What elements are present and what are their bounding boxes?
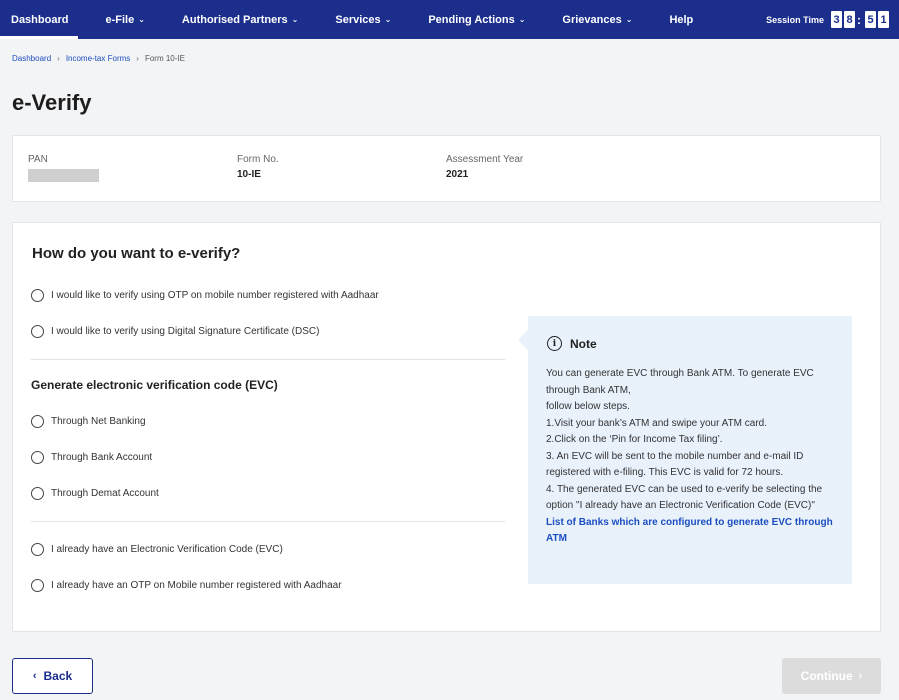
nav-help[interactable]: Help: [659, 0, 703, 39]
breadcrumb: Dashboard › Income-tax Forms › Form 10-I…: [12, 54, 185, 63]
radio-button[interactable]: [31, 325, 44, 338]
session-digit: 8: [844, 11, 855, 28]
nav-label: Pending Actions: [428, 13, 515, 26]
option-net-banking[interactable]: Through Net Banking: [31, 415, 146, 428]
option-label: Through Bank Account: [51, 452, 153, 463]
chevron-down-icon: ⌄: [138, 15, 145, 24]
session-digit: 1: [878, 11, 889, 28]
pan-field: PAN: [28, 154, 99, 182]
chevron-left-icon: ‹: [32, 670, 37, 682]
option-label: Through Net Banking: [51, 416, 146, 427]
option-label: I already have an Electronic Verificatio…: [51, 544, 283, 555]
assessment-year-value: 2021: [446, 169, 469, 180]
verification-options-card: How do you want to e-verify? I would lik…: [12, 222, 881, 632]
note-box: i Note You can generate EVC through Bank…: [518, 316, 852, 584]
chevron-down-icon: ⌄: [291, 15, 299, 24]
continue-button[interactable]: Continue ›: [782, 658, 881, 694]
nav-label: Help: [669, 13, 694, 26]
divider: [31, 521, 505, 522]
continue-label: Continue: [800, 669, 853, 683]
chevron-right-icon: ›: [858, 670, 863, 682]
session-timer: Session Time 3 8 : 5 1: [766, 11, 899, 28]
form-info-card: PAN Form No. 10-IE Assessment Year 2021: [12, 135, 881, 202]
form-no-label: Form No.: [237, 154, 279, 165]
session-digit: 5: [865, 11, 876, 28]
option-bank-account[interactable]: Through Bank Account: [31, 451, 152, 464]
radio-button[interactable]: [31, 579, 44, 592]
radio-button[interactable]: [31, 415, 44, 428]
top-nav: Dashboard e-File ⌄ Authorised Partners ⌄ S…: [0, 0, 899, 39]
banks-list-link[interactable]: List of Banks which are configured to ge…: [546, 515, 838, 548]
info-icon: i: [547, 336, 562, 351]
note-header: i Note: [547, 336, 597, 351]
radio-button[interactable]: [31, 451, 44, 464]
back-button[interactable]: ‹ Back: [12, 658, 93, 694]
option-demat-account[interactable]: Through Demat Account: [31, 487, 159, 500]
divider: [31, 359, 505, 360]
note-title: Note: [570, 336, 597, 351]
breadcrumb-dashboard[interactable]: Dashboard: [12, 54, 51, 63]
note-text: follow below steps.: [546, 401, 630, 412]
note-step: 1.Visit your bank’s ATM and swipe your A…: [546, 417, 768, 429]
note-text: You can generate EVC through Bank ATM. T…: [546, 368, 814, 396]
nav-label: Authorised Partners: [181, 13, 288, 26]
nav-label: Dashboard: [11, 13, 69, 26]
question-heading: How do you want to e-verify?: [32, 245, 241, 262]
option-label: I already have an OTP on Mobile number r…: [51, 580, 342, 591]
form-no-field: Form No. 10-IE: [237, 154, 279, 180]
chevron-down-icon: ⌄: [518, 15, 526, 24]
note-body: You can generate EVC through Bank ATM. T…: [546, 366, 838, 548]
note-step: 3. An EVC will be sent to the mobile num…: [546, 450, 804, 479]
note-step: 2.Click on the ‘Pin for Income Tax filin…: [546, 434, 723, 445]
option-have-aadhaar-otp[interactable]: I already have an OTP on Mobile number r…: [31, 579, 342, 592]
option-dsc[interactable]: I would like to verify using Digital Sig…: [31, 325, 319, 338]
chevron-right-icon: ›: [136, 54, 139, 63]
nav-label: e-File: [105, 13, 135, 26]
nav-services[interactable]: Services ⌄: [325, 0, 401, 39]
pan-label: PAN: [28, 154, 48, 165]
nav-label: Grievances: [562, 13, 622, 26]
session-colon: :: [857, 12, 861, 27]
note-step: 4. The generated EVC can be used to e-ve…: [546, 483, 823, 512]
session-digit: 3: [831, 11, 842, 28]
radio-button[interactable]: [31, 487, 44, 500]
chevron-down-icon: ⌄: [625, 15, 633, 24]
nav-grievances[interactable]: Grievances ⌄: [552, 0, 642, 39]
option-label: I would like to verify using OTP on mobi…: [51, 290, 379, 301]
option-have-evc[interactable]: I already have an Electronic Verificatio…: [31, 543, 283, 556]
option-aadhaar-otp[interactable]: I would like to verify using OTP on mobi…: [31, 289, 379, 302]
radio-button[interactable]: [31, 289, 44, 302]
session-label: Session Time: [766, 14, 824, 25]
nav-pending-actions[interactable]: Pending Actions ⌄: [418, 0, 535, 39]
chevron-down-icon: ⌄: [384, 15, 392, 24]
option-label: I would like to verify using Digital Sig…: [51, 326, 320, 337]
back-label: Back: [43, 669, 73, 683]
page-title: e-Verify: [12, 90, 92, 115]
assessment-year-label: Assessment Year: [446, 154, 524, 165]
assessment-year-field: Assessment Year 2021: [446, 154, 523, 180]
option-label: Through Demat Account: [51, 488, 159, 499]
nav-dashboard[interactable]: Dashboard: [0, 0, 79, 39]
chevron-right-icon: ›: [57, 54, 60, 63]
form-no-value: 10-IE: [237, 169, 261, 180]
radio-button[interactable]: [31, 543, 44, 556]
nav-authorised-partners[interactable]: Authorised Partners ⌄: [172, 0, 308, 39]
nav-label: Services: [335, 13, 381, 26]
pan-masked-value: [28, 169, 99, 182]
breadcrumb-current: Form 10-IE: [144, 54, 185, 63]
evc-section-title: Generate electronic verification code (E…: [31, 378, 278, 392]
breadcrumb-income-tax-forms[interactable]: Income-tax Forms: [66, 54, 130, 63]
nav-efile[interactable]: e-File ⌄: [95, 0, 154, 39]
